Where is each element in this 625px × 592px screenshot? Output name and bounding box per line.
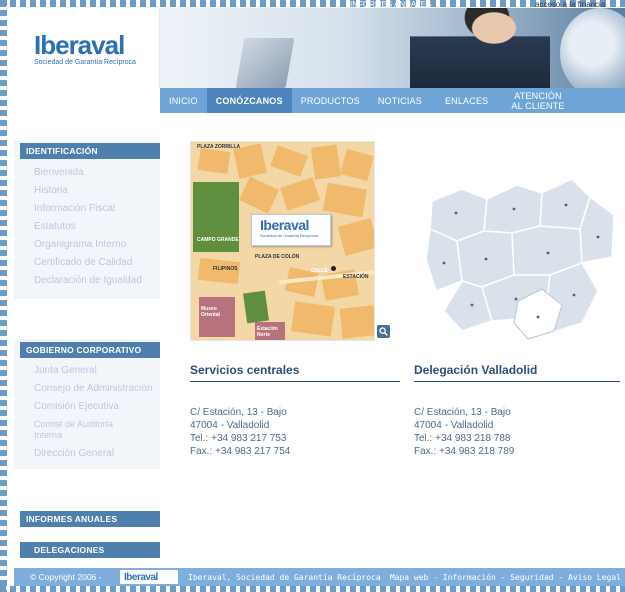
- office-city: 47004 - Valladolid: [190, 420, 270, 431]
- map-block: [291, 301, 335, 337]
- map-block: [337, 218, 374, 256]
- section-title-gobierno[interactable]: GOBIERNO CORPORATIVO: [20, 342, 160, 358]
- map-label-calle: CALLE: [311, 268, 328, 274]
- sidebar-item-direccion-general[interactable]: Dirección General: [20, 445, 160, 463]
- map-park: [243, 290, 269, 324]
- map-block: [270, 145, 308, 177]
- sidebar-item-bienvenida[interactable]: Bienvenida: [20, 164, 160, 182]
- office-title: Delegación Valladolid: [414, 363, 620, 382]
- map-label-filipinos: FILIPINOS: [213, 266, 238, 272]
- footer-links[interactable]: Mapa web - Información - Seguridad - Avi…: [390, 573, 625, 582]
- frame-top-border: [0, 0, 625, 7]
- map-label-plaza-colon: PLAZA DE COLÓN: [255, 254, 300, 260]
- zoom-icon[interactable]: [377, 325, 390, 338]
- map-label-estacion: ESTACIÓN: [343, 274, 369, 280]
- office-tel: Tel.: +34 983 218 788: [414, 433, 511, 444]
- nav-inicio[interactable]: INICIO: [160, 88, 207, 113]
- map-block: [239, 176, 279, 214]
- office-title: Servicios centrales: [190, 363, 400, 382]
- top-access-text: acceso a la financia: [535, 0, 606, 9]
- sidebar-item-informacion-fiscal[interactable]: Información Fiscal: [20, 200, 160, 218]
- footer: © Copyright 2006 - Iberaval Iberaval, So…: [14, 568, 625, 586]
- nav-noticias[interactable]: NOTICIAS: [369, 88, 431, 113]
- map-block: [197, 148, 231, 174]
- gobierno-list: Junta General Consejo de Administración …: [20, 362, 160, 463]
- map-block: [322, 182, 368, 218]
- identificacion-list: Bienvenida Historia Información Fiscal E…: [20, 164, 160, 290]
- map-label-estacion-norte: Estación Norte: [257, 326, 278, 338]
- office-servicios-centrales: Servicios centrales C/ Estación, 13 - Ba…: [190, 363, 400, 458]
- map-block: [310, 144, 342, 180]
- map-block: [339, 305, 374, 339]
- nav-conozcanos[interactable]: CONÓZCANOS: [206, 88, 292, 113]
- footer-logo[interactable]: Iberaval: [120, 570, 178, 584]
- office-fax: Fax.: +34 983 218 789: [414, 446, 515, 457]
- main-nav: INICIO CONÓZCANOS PRODUCTOS NOTICIAS ENL…: [160, 88, 625, 113]
- map-label-plaza-zorrilla: PLAZA ZORRILLA: [197, 144, 241, 150]
- header-photo: [160, 8, 625, 88]
- office-tel: Tel.: +34 983 217 753: [190, 433, 287, 444]
- sidebar-item-consejo-administracion[interactable]: Consejo de Administración: [20, 380, 160, 398]
- nav-atencion-cliente[interactable]: ATENCIÓN AL CLIENTE: [502, 88, 573, 113]
- frame-left-border: [0, 0, 7, 592]
- map-logo-card: Iberaval Sociedad de Garantía Recíproca: [251, 214, 331, 246]
- map-block: [280, 177, 320, 211]
- frame-bottom-border: [0, 586, 625, 592]
- office-delegacion-valladolid: Delegación Valladolid C/ Estación, 13 - …: [414, 363, 620, 458]
- laptop-image: [235, 38, 295, 88]
- office-city: 47004 - Valladolid: [414, 420, 494, 431]
- sidebar-item-junta-general[interactable]: Junta General: [20, 362, 160, 380]
- sidebar-item-comision-ejecutiva[interactable]: Comisión Ejecutiva: [20, 398, 160, 416]
- street-map[interactable]: PLAZA ZORRILLA CAMPO GRANDE PLAZA DE COL…: [190, 141, 375, 341]
- sidebar-item-estatutos[interactable]: Estatutos: [20, 218, 160, 236]
- section-title-delegaciones[interactable]: DELEGACIONES: [20, 542, 160, 558]
- top-reports-label[interactable]: INFORMES ANUALES: [350, 0, 431, 9]
- nav-enlaces[interactable]: ENLACES: [431, 88, 502, 113]
- logo-area[interactable]: Iberaval Sociedad de Garantía Recíproca: [14, 8, 160, 88]
- nav-atencion-line1: ATENCIÓN: [514, 90, 562, 101]
- sidebar-item-comite-auditoria[interactable]: Comité de Auditoría Interna: [20, 416, 140, 445]
- section-title-informes-anuales[interactable]: INFORMES ANUALES: [20, 511, 160, 527]
- sidebar: IDENTIFICACIÓN Bienvenida Historia Infor…: [14, 113, 160, 568]
- logo-subtitle: Sociedad de Garantía Recíproca: [34, 59, 136, 66]
- office-address: C/ Estación, 13 - Bajo: [190, 407, 287, 418]
- map-card-word: Iberaval: [260, 217, 309, 233]
- footer-logo-word: Iberaval: [124, 571, 158, 583]
- euro-coin-image: [560, 8, 625, 88]
- businessman-image: [410, 8, 550, 88]
- main-content: PLAZA ZORRILLA CAMPO GRANDE PLAZA DE COL…: [160, 113, 625, 568]
- section-title-identificacion[interactable]: IDENTIFICACIÓN: [20, 143, 160, 159]
- sidebar-item-certificado-calidad[interactable]: Certificado de Calidad: [20, 254, 160, 272]
- office-details: C/ Estación, 13 - Bajo 47004 - Valladoli…: [414, 406, 620, 458]
- nav-productos[interactable]: PRODUCTOS: [292, 88, 369, 113]
- header: Iberaval Sociedad de Garantía Recíproca …: [14, 8, 625, 113]
- region-map: [422, 171, 622, 351]
- footer-company: Iberaval, Sociedad de Garantía Recíproca: [188, 572, 381, 582]
- nav-atencion-line2: AL CLIENTE: [511, 100, 565, 111]
- logo-word: Iberaval: [34, 30, 125, 60]
- map-label-museo: Museo Oriental: [201, 306, 220, 318]
- office-details: C/ Estación, 13 - Bajo 47004 - Valladoli…: [190, 406, 400, 458]
- sidebar-item-organigrama[interactable]: Organigrama Interno: [20, 236, 160, 254]
- map-block: [340, 148, 374, 182]
- sidebar-item-historia[interactable]: Historia: [20, 182, 160, 200]
- map-label-campo-grande: CAMPO GRANDE: [197, 237, 239, 243]
- sidebar-item-declaracion-igualdad[interactable]: Declaración de Igualdad: [20, 272, 160, 290]
- location-marker-icon: [331, 266, 336, 271]
- office-address: C/ Estación, 13 - Bajo: [414, 407, 511, 418]
- logo[interactable]: Iberaval Sociedad de Garantía Recíproca: [34, 30, 136, 66]
- map-card-sub: Sociedad de Garantía Recíproca: [260, 233, 319, 238]
- office-fax: Fax.: +34 983 217 754: [190, 446, 291, 457]
- footer-copyright: © Copyright 2006 -: [30, 572, 102, 582]
